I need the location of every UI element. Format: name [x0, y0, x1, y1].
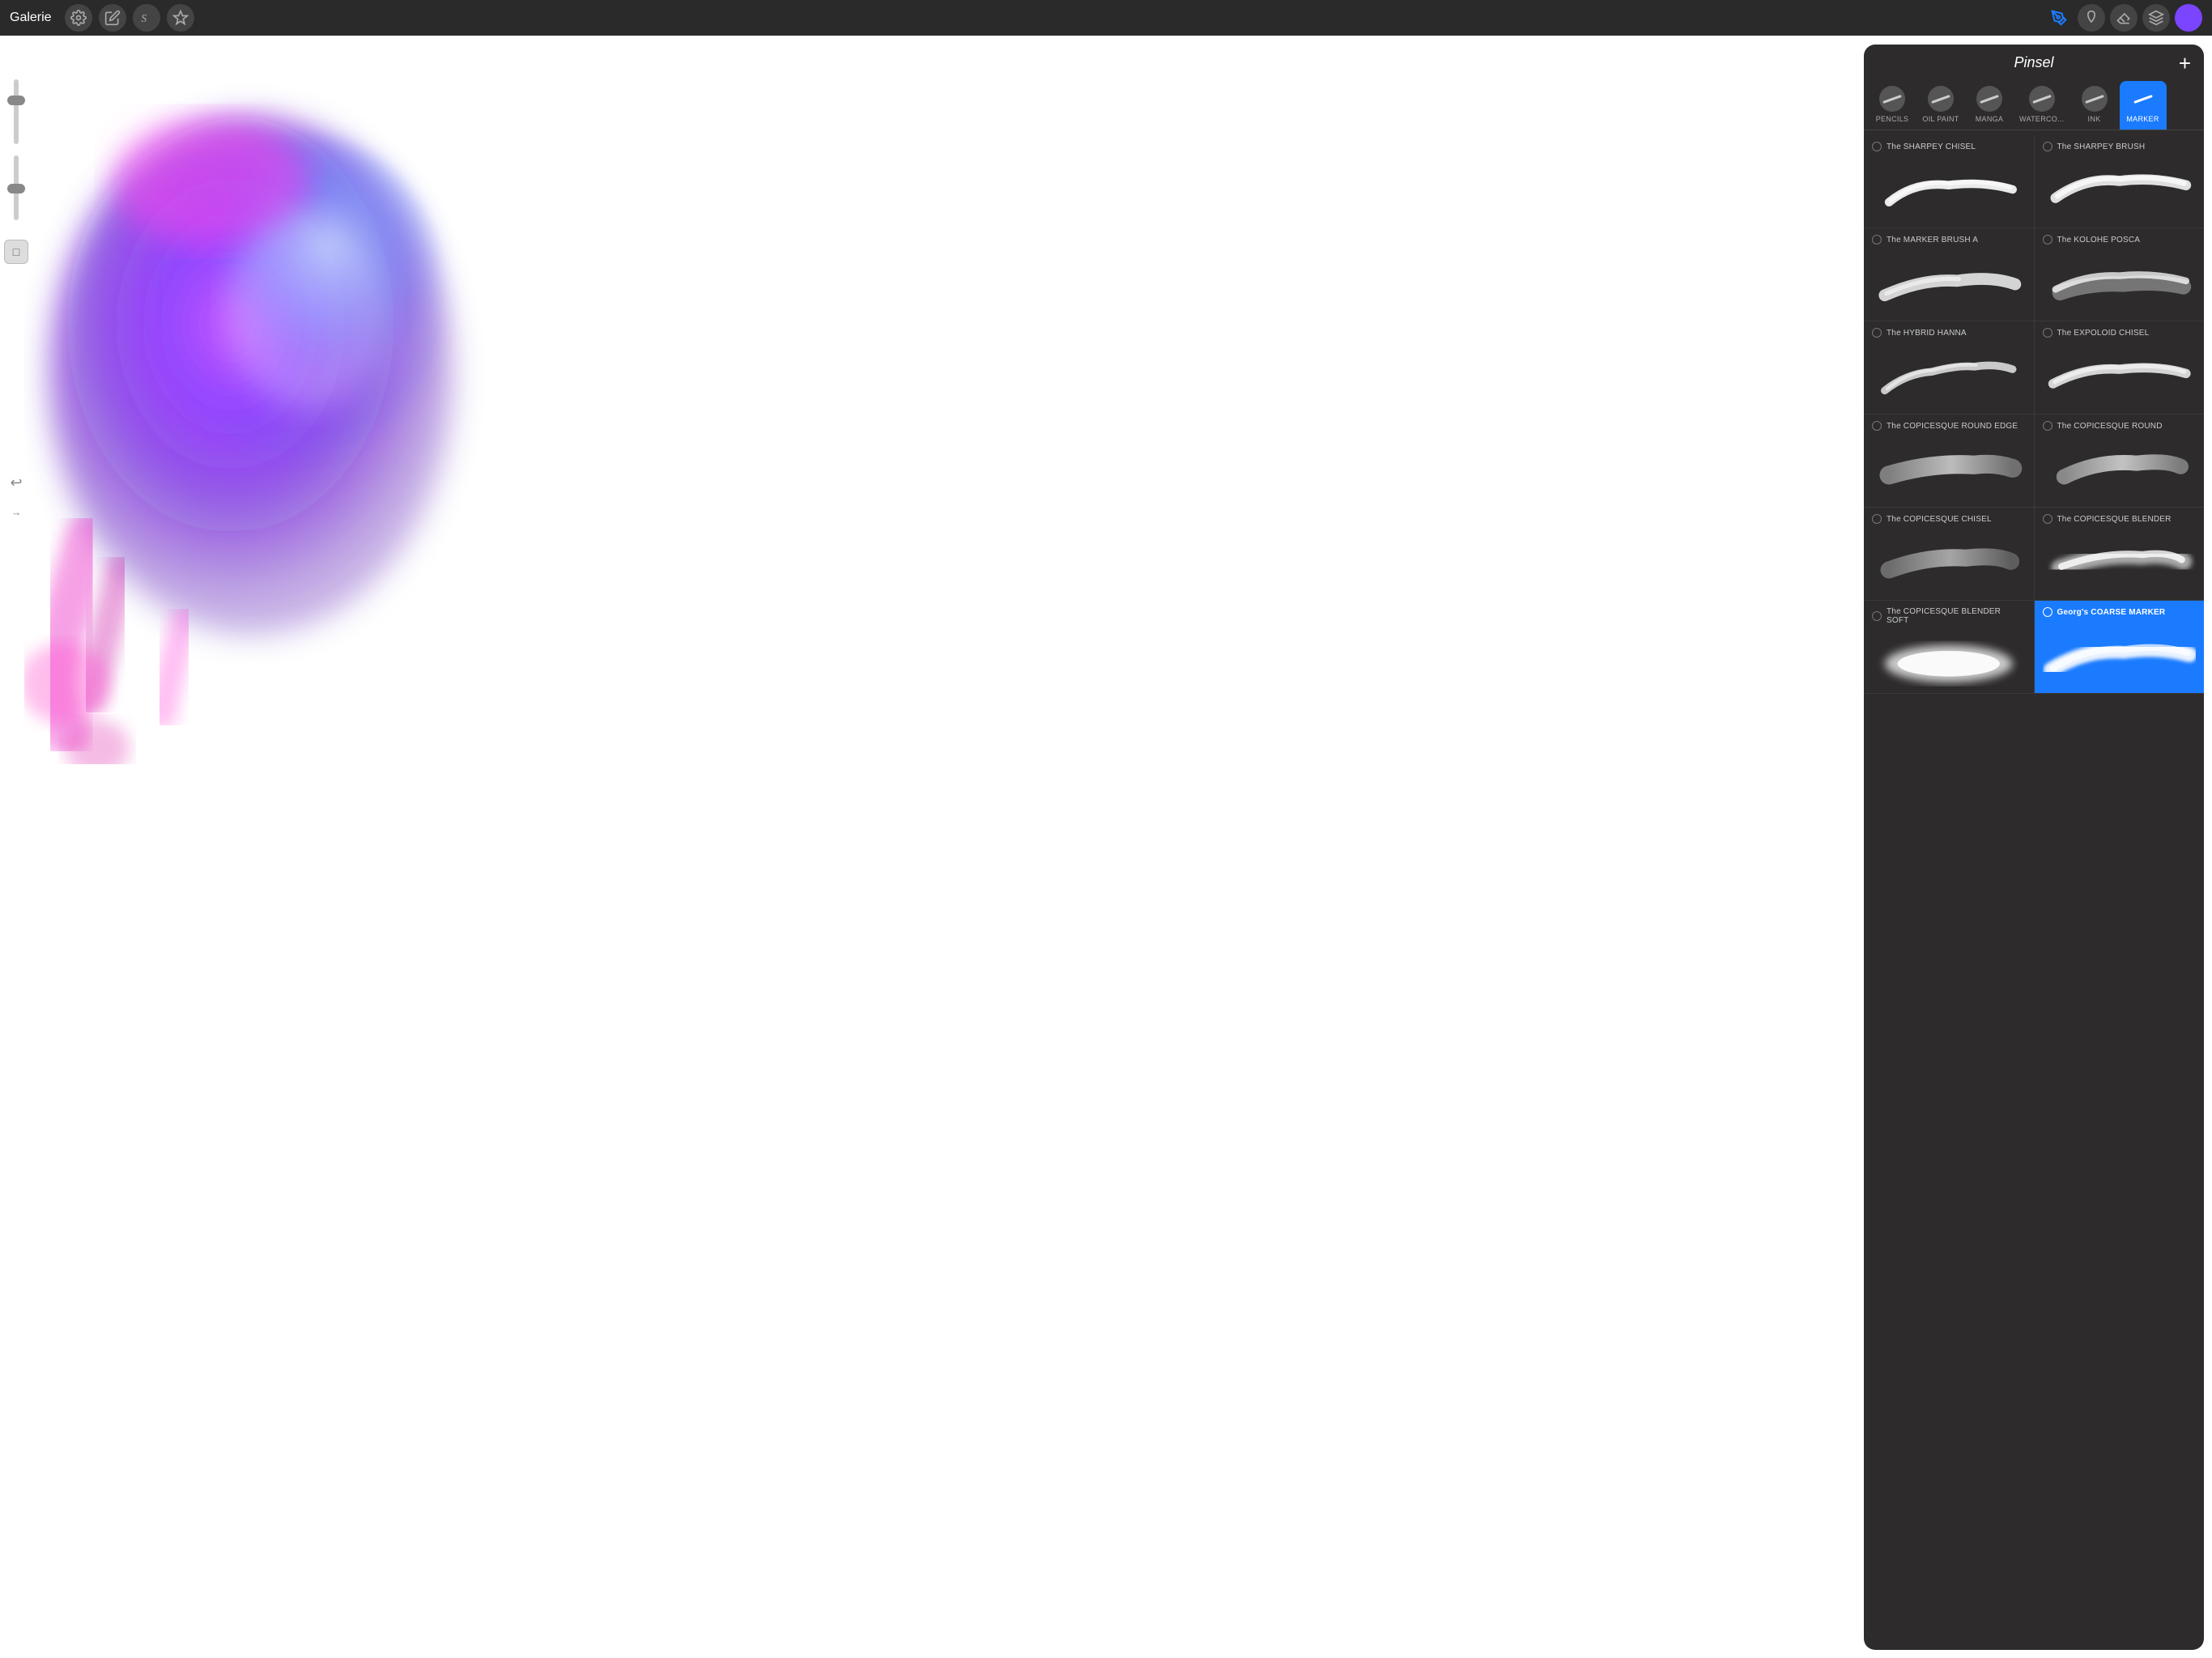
- panel-title: Pinsel: [2014, 54, 2053, 71]
- brush-expoloid-chisel[interactable]: The EXPOLOID CHISEL: [2035, 321, 2205, 414]
- brush-sharpey-chisel-name: The SHARPEY CHISEL: [1887, 142, 1976, 151]
- toolbar-left: Galerie S: [10, 4, 194, 32]
- opacity-slider[interactable]: [14, 79, 19, 144]
- toolbar-right: [2045, 4, 2202, 32]
- brush-copicesque-chisel-name: The COPICESQUE CHISEL: [1887, 515, 1992, 524]
- modify-button[interactable]: [99, 4, 126, 32]
- brush-copicesque-chisel[interactable]: The COPICESQUE CHISEL: [1864, 508, 2035, 600]
- tab-ink-label: INK: [2088, 115, 2101, 123]
- marker-icon: [2130, 86, 2156, 112]
- brush-row-6: The COPICESQUE BLENDER SOFT Georg's COAR: [1864, 601, 2204, 694]
- layers-button[interactable]: [2142, 4, 2170, 32]
- brush-row-3: The HYBRID HANNA The EXPOLOID CHISEL: [1864, 321, 2204, 414]
- ink-icon: [2082, 86, 2108, 112]
- canvas-artwork: [24, 68, 591, 764]
- radio-sharpey-brush: [2043, 142, 2052, 151]
- brush-row-2: The MARKER BRUSH A The KOLOHE POSCA: [1864, 228, 2204, 321]
- radio-georgs-coarse-marker: [2043, 607, 2052, 617]
- left-sidebar: □ ↩ →: [0, 71, 32, 1658]
- redo-button[interactable]: →: [3, 499, 29, 525]
- tab-watercolor[interactable]: WATERCO...: [2014, 81, 2069, 130]
- smudge-button[interactable]: S: [133, 4, 160, 32]
- eraser-button[interactable]: [2110, 4, 2138, 32]
- radio-copicesque-round: [2043, 421, 2052, 431]
- tab-marker[interactable]: MARKER: [2120, 81, 2167, 130]
- manga-icon: [1976, 86, 2002, 112]
- brush-copicesque-blender-name: The COPICESQUE BLENDER: [2057, 515, 2172, 524]
- brush-marker-brush-a[interactable]: The MARKER BRUSH A: [1864, 228, 2035, 321]
- pencils-icon: [1879, 86, 1905, 112]
- brush-sharpey-brush-name: The SHARPEY BRUSH: [2057, 142, 2146, 151]
- radio-copicesque-blender-soft: [1872, 611, 1882, 621]
- radio-copicesque-blender: [2043, 514, 2052, 524]
- brush-georgs-coarse-marker[interactable]: Georg's COARSE MARKER: [2035, 601, 2205, 693]
- category-tabs: PENCILS OIL PAINT MANGA WATERCO... INK: [1864, 78, 2204, 130]
- brush-copicesque-round-edge[interactable]: The COPICESQUE ROUND EDGE: [1864, 414, 2035, 507]
- brush-tool-button[interactable]: [2045, 4, 2073, 32]
- brush-list: The SHARPEY CHISEL The SHARPEY BRUSH: [1864, 130, 2204, 1650]
- brush-row-4: The COPICESQUE ROUND EDGE: [1864, 414, 2204, 508]
- brush-hybrid-hanna[interactable]: The HYBRID HANNA: [1864, 321, 2035, 414]
- size-slider[interactable]: [14, 155, 19, 220]
- radio-copicesque-chisel: [1872, 514, 1882, 524]
- brush-kolohe-posca[interactable]: The KOLOHE POSCA: [2035, 228, 2205, 321]
- brush-panel: Pinsel + PENCILS OIL PAINT MANGA WA: [1864, 45, 2204, 1650]
- brush-row-5: The COPICESQUE CHISEL: [1864, 508, 2204, 601]
- brush-hybrid-hanna-name: The HYBRID HANNA: [1887, 329, 1967, 338]
- brush-expoloid-chisel-name: The EXPOLOID CHISEL: [2057, 329, 2150, 338]
- brush-panel-header: Pinsel +: [1864, 45, 2204, 78]
- selection-button[interactable]: [167, 4, 194, 32]
- tab-oil-paint[interactable]: OIL PAINT: [1917, 81, 1964, 130]
- brush-kolohe-posca-name: The KOLOHE POSCA: [2057, 236, 2141, 244]
- smudge-tool-button[interactable]: [2078, 4, 2105, 32]
- tab-oil-paint-label: OIL PAINT: [1922, 115, 1959, 123]
- brush-row-1: The SHARPEY CHISEL The SHARPEY BRUSH: [1864, 135, 2204, 228]
- brush-copicesque-blender-soft[interactable]: The COPICESQUE BLENDER SOFT: [1864, 601, 2035, 693]
- tab-marker-label: MARKER: [2126, 115, 2159, 123]
- brush-georgs-coarse-marker-name: Georg's COARSE MARKER: [2057, 608, 2166, 617]
- tab-watercolor-label: WATERCO...: [2019, 115, 2065, 123]
- tab-ink[interactable]: INK: [2071, 81, 2118, 130]
- svg-text:S: S: [141, 12, 147, 24]
- radio-marker-brush-a: [1872, 235, 1882, 244]
- gallery-button[interactable]: Galerie: [10, 11, 52, 25]
- radio-expoloid-chisel: [2043, 328, 2052, 338]
- brush-copicesque-round-edge-name: The COPICESQUE ROUND EDGE: [1887, 422, 2018, 431]
- brush-copicesque-blender-soft-name: The COPICESQUE BLENDER SOFT: [1887, 607, 2026, 625]
- toolbar: Galerie S: [0, 0, 2212, 36]
- oil-paint-icon: [1928, 86, 1954, 112]
- tab-pencils-label: PENCILS: [1876, 115, 1909, 123]
- brush-sharpey-chisel[interactable]: The SHARPEY CHISEL: [1864, 135, 2035, 227]
- tab-manga-label: MANGA: [1976, 115, 2004, 123]
- watercolor-icon: [2029, 86, 2055, 112]
- radio-sharpey-chisel: [1872, 142, 1882, 151]
- radio-kolohe-posca: [2043, 235, 2052, 244]
- brush-marker-brush-a-name: The MARKER BRUSH A: [1887, 236, 1978, 244]
- undo-button[interactable]: ↩: [3, 470, 29, 495]
- radio-copicesque-round-edge: [1872, 421, 1882, 431]
- add-brush-button[interactable]: +: [2179, 53, 2191, 74]
- brush-sharpey-brush[interactable]: The SHARPEY BRUSH: [2035, 135, 2205, 227]
- color-picker[interactable]: [2175, 4, 2202, 32]
- canvas-btn[interactable]: □: [4, 240, 28, 264]
- brush-copicesque-round-name: The COPICESQUE ROUND: [2057, 422, 2163, 431]
- brush-copicesque-round[interactable]: The COPICESQUE ROUND: [2035, 414, 2205, 507]
- brush-copicesque-blender[interactable]: The COPICESQUE BLENDER: [2035, 508, 2205, 600]
- tab-manga[interactable]: MANGA: [1966, 81, 2013, 130]
- settings-button[interactable]: [65, 4, 92, 32]
- radio-hybrid-hanna: [1872, 328, 1882, 338]
- tab-pencils[interactable]: PENCILS: [1869, 81, 1916, 130]
